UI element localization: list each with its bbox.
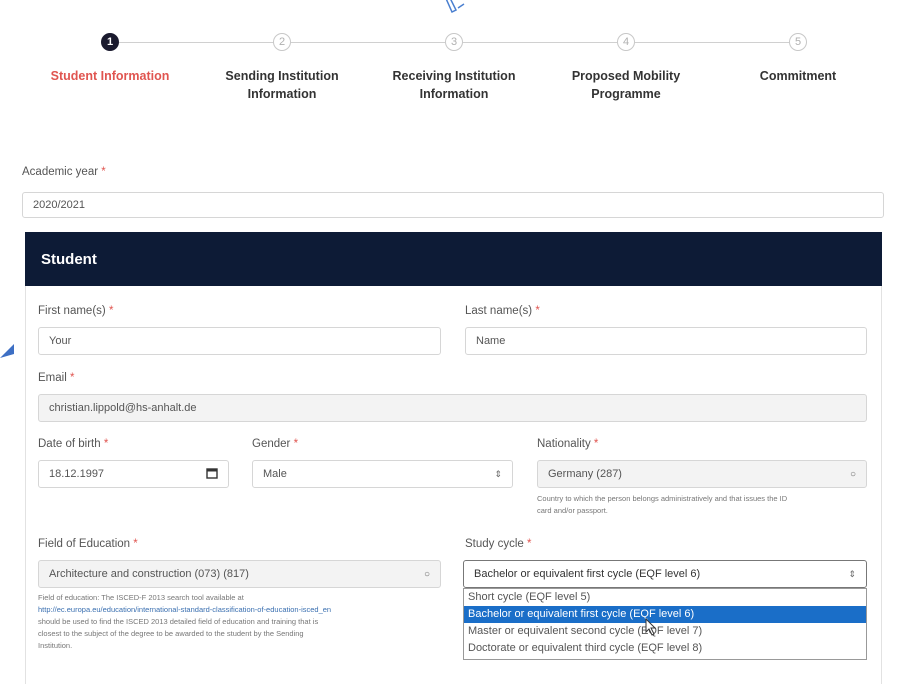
academic-year-field[interactable]: 2020/2021: [22, 192, 884, 218]
nationality-label-text: Nationality: [537, 438, 591, 450]
field-of-education-label-text: Field of Education: [38, 538, 131, 550]
first-name-input[interactable]: Your: [38, 327, 441, 355]
clear-icon[interactable]: ○: [424, 569, 430, 580]
select-arrows-icon: ⇕: [848, 568, 856, 579]
last-name-input[interactable]: Name: [465, 327, 867, 355]
academic-year-label: Academic year *: [22, 166, 106, 178]
step-4-label-line1: Proposed Mobility: [571, 69, 681, 83]
step-5-label[interactable]: Commitment: [723, 67, 873, 85]
isced-link[interactable]: http://ec.europa.eu/education/internatio…: [38, 605, 331, 614]
mouse-pointer-icon: [645, 618, 657, 636]
student-section-header: Student: [25, 232, 882, 286]
required-marker: *: [293, 438, 299, 450]
last-name-value: Name: [476, 335, 506, 347]
step-3-indicator[interactable]: 3: [445, 33, 463, 51]
study-cycle-label: Study cycle *: [465, 538, 532, 550]
step-4-label-line2: Programme: [591, 87, 661, 101]
step-2-label[interactable]: Sending Institution Information: [207, 67, 357, 103]
required-marker: *: [103, 438, 109, 450]
progress-stepper: 1 2 3 4 5 Student Information Sending In…: [0, 0, 904, 130]
study-cycle-option[interactable]: Master or equivalent second cycle (EQF l…: [464, 623, 866, 640]
email-label-text: Email: [38, 372, 67, 384]
required-marker: *: [69, 372, 75, 384]
step-2-indicator[interactable]: 2: [273, 33, 291, 51]
stepper-connector: [463, 42, 617, 43]
academic-year-label-text: Academic year: [22, 166, 99, 178]
study-cycle-option[interactable]: Short cycle (EQF level 5): [464, 589, 866, 606]
step-4-label[interactable]: Proposed Mobility Programme: [551, 67, 701, 103]
gender-value: Male: [263, 468, 287, 480]
required-marker: *: [133, 538, 138, 550]
field-of-education-help-line: should be used to find the ISCED 2013 de…: [38, 617, 319, 626]
study-cycle-label-text: Study cycle: [465, 538, 524, 550]
step-3-label-line2: Information: [419, 87, 489, 101]
field-of-education-help-line: Field of education: The ISCED-F 2013 sea…: [38, 593, 244, 602]
date-of-birth-label: Date of birth *: [38, 438, 108, 450]
email-label: Email *: [38, 372, 74, 384]
field-of-education-field[interactable]: Architecture and construction (073) (817…: [38, 560, 441, 588]
gender-label-text: Gender: [252, 438, 291, 450]
field-of-education-label: Field of Education *: [38, 538, 138, 550]
nationality-help-line: Country to which the person belongs admi…: [537, 494, 788, 503]
academic-year-value: 2020/2021: [33, 199, 85, 211]
field-of-education-help-text: Field of education: The ISCED-F 2013 sea…: [38, 592, 448, 652]
study-cycle-option-selected[interactable]: Bachelor or equivalent first cycle (EQF …: [464, 606, 866, 623]
study-cycle-dropdown-list[interactable]: Short cycle (EQF level 5) Bachelor or eq…: [463, 588, 867, 660]
last-name-label: Last name(s) *: [465, 305, 540, 317]
step-3-label[interactable]: Receiving Institution Information: [379, 67, 529, 103]
pen-cursor-icon: [445, 0, 465, 14]
study-cycle-select[interactable]: Bachelor or equivalent first cycle (EQF …: [463, 560, 867, 588]
gender-label: Gender *: [252, 438, 298, 450]
field-of-education-help-line: closest to the subject of the degree to …: [38, 629, 304, 638]
stepper-connector: [635, 42, 789, 43]
field-of-education-help-line: Institution.: [38, 641, 73, 650]
required-marker: *: [108, 305, 114, 317]
required-marker: *: [593, 438, 599, 450]
step-3-label-line1: Receiving Institution: [392, 69, 516, 83]
arrow-pointer-icon: [0, 344, 14, 358]
student-section-title: Student: [41, 250, 97, 268]
email-value: christian.lippold@hs-anhalt.de: [49, 402, 197, 414]
required-marker: *: [535, 305, 540, 317]
stepper-connector: [119, 42, 274, 43]
step-1-indicator[interactable]: 1: [101, 33, 119, 51]
step-2-label-line2: Information: [247, 87, 317, 101]
email-field[interactable]: christian.lippold@hs-anhalt.de: [38, 394, 867, 422]
nationality-value: Germany (287): [548, 468, 622, 480]
first-name-label: First name(s) *: [38, 305, 113, 317]
calendar-icon[interactable]: [206, 467, 218, 482]
nationality-field[interactable]: Germany (287) ○: [537, 460, 867, 488]
required-marker: *: [527, 538, 532, 550]
date-of-birth-value: 18.12.1997: [49, 468, 105, 480]
date-of-birth-label-text: Date of birth: [38, 438, 101, 450]
nationality-label: Nationality *: [537, 438, 598, 450]
step-1-label-line1: Student Information: [50, 69, 170, 83]
step-5-label-line1: Commitment: [759, 69, 837, 83]
study-cycle-value: Bachelor or equivalent first cycle (EQF …: [474, 568, 701, 580]
study-cycle-option[interactable]: Doctorate or equivalent third cycle (EQF…: [464, 640, 866, 657]
nationality-help-line: card and/or passport.: [537, 506, 608, 515]
first-name-value: Your: [49, 335, 72, 347]
field-of-education-value: Architecture and construction (073) (817…: [49, 568, 249, 580]
required-marker: *: [101, 166, 106, 178]
last-name-label-text: Last name(s): [465, 305, 533, 317]
clear-icon[interactable]: ○: [850, 469, 856, 480]
first-name-label-text: First name(s): [38, 305, 106, 317]
gender-select[interactable]: Male ⇕: [252, 460, 513, 488]
select-arrows-icon: ⇕: [494, 468, 502, 479]
step-1-label[interactable]: Student Information: [35, 67, 185, 85]
step-5-indicator[interactable]: 5: [789, 33, 807, 51]
date-of-birth-input[interactable]: 18.12.1997: [38, 460, 229, 488]
step-2-label-line1: Sending Institution: [225, 69, 339, 83]
step-4-indicator[interactable]: 4: [617, 33, 635, 51]
nationality-help-text: Country to which the person belongs admi…: [537, 493, 867, 517]
stepper-connector: [291, 42, 445, 43]
